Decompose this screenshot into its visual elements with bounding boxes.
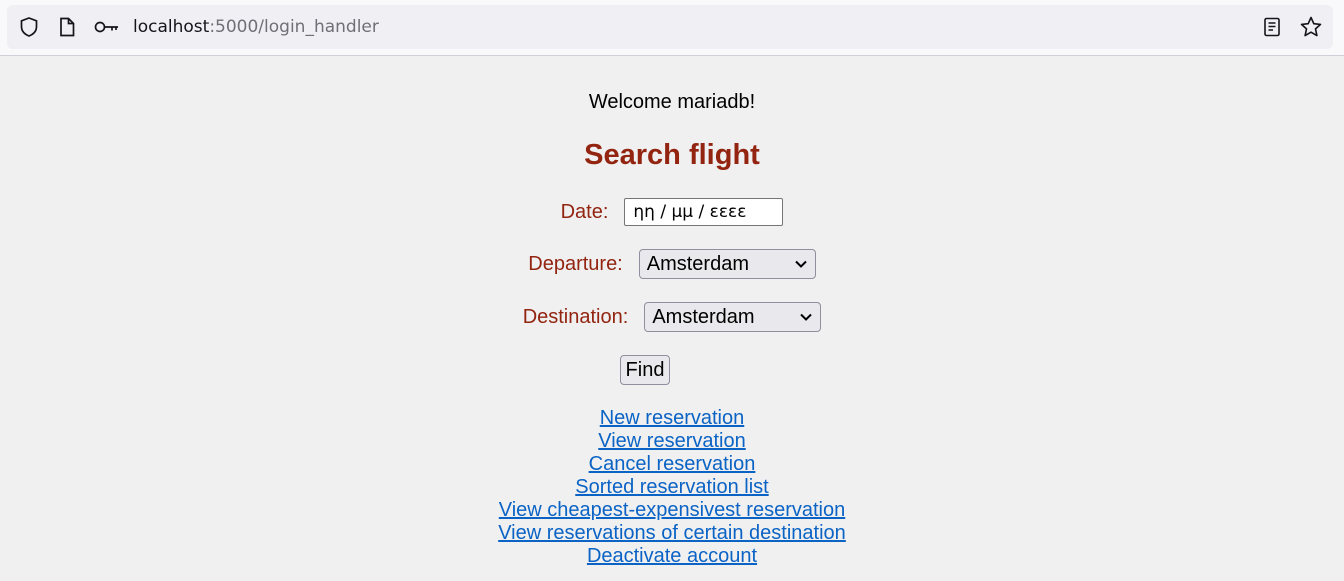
list-item: Deactivate account xyxy=(0,545,1344,568)
list-item: View cheapest-expensivest reservation xyxy=(0,499,1344,522)
list-item: Sorted reservation list xyxy=(0,476,1344,499)
destination-select[interactable]: Amsterdam xyxy=(644,302,822,332)
list-item: View reservations of certain destination xyxy=(0,522,1344,545)
date-row: Date: ηη / μμ / εεεε xyxy=(0,198,1344,226)
destination-row: Destination: Amsterdam xyxy=(0,302,1344,332)
list-item: Cancel reservation xyxy=(0,453,1344,476)
chevron-down-icon xyxy=(800,313,813,321)
address-bar[interactable]: localhost:5000/login_handler xyxy=(7,5,1333,49)
date-placeholder: ηη / μμ / εεεε xyxy=(633,202,747,222)
chevron-down-icon xyxy=(795,260,807,268)
cancel-reservation-link[interactable]: Cancel reservation xyxy=(589,453,756,475)
departure-row: Departure: Amsterdam xyxy=(0,249,1344,279)
find-button[interactable]: Find xyxy=(620,355,670,385)
destination-value: Amsterdam xyxy=(652,305,755,328)
date-label: Date: xyxy=(560,200,609,223)
action-links: New reservation View reservation Cancel … xyxy=(0,407,1344,568)
url-path: :5000/login_handler xyxy=(209,17,379,37)
page-icon xyxy=(52,5,82,49)
page-title: Search flight xyxy=(584,139,760,171)
url-host: localhost xyxy=(133,17,210,37)
key-icon[interactable] xyxy=(92,5,122,49)
shield-icon[interactable] xyxy=(14,5,44,49)
list-item: View reservation xyxy=(0,430,1344,453)
view-reservation-link[interactable]: View reservation xyxy=(598,430,745,452)
departure-value: Amsterdam xyxy=(646,252,749,275)
departure-select[interactable]: Amsterdam xyxy=(638,249,816,279)
page-content: Welcome mariadb! Search flight Date: ηη … xyxy=(0,57,1344,581)
new-reservation-link[interactable]: New reservation xyxy=(600,407,745,429)
list-item: New reservation xyxy=(0,407,1344,430)
url-text[interactable]: localhost:5000/login_handler xyxy=(133,5,379,49)
cheapest-expensivest-link[interactable]: View cheapest-expensivest reservation xyxy=(499,499,845,521)
bookmark-star-icon[interactable] xyxy=(1296,5,1326,49)
browser-toolbar: localhost:5000/login_handler xyxy=(0,0,1344,56)
date-input[interactable]: ηη / μμ / εεεε xyxy=(624,198,784,226)
reader-view-icon[interactable] xyxy=(1257,5,1287,49)
welcome-message: Welcome mariadb! xyxy=(588,91,756,113)
deactivate-account-link[interactable]: Deactivate account xyxy=(587,545,757,567)
sorted-reservation-list-link[interactable]: Sorted reservation list xyxy=(575,476,768,498)
destination-label: Destination: xyxy=(522,305,629,328)
departure-label: Departure: xyxy=(528,252,623,275)
reservations-by-destination-link[interactable]: View reservations of certain destination xyxy=(498,522,846,544)
